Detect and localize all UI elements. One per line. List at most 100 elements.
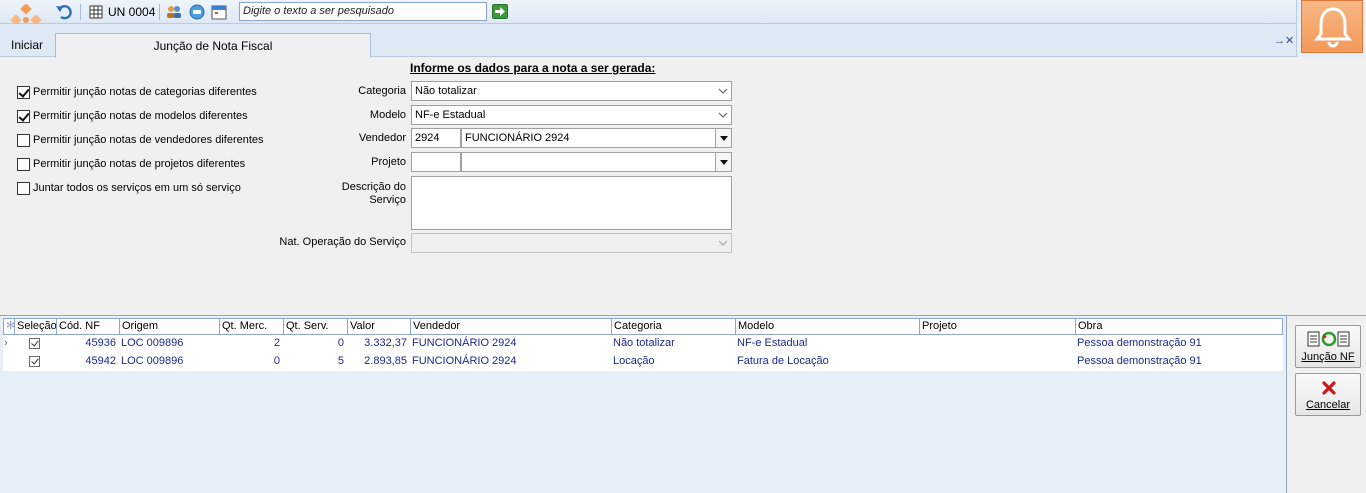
option-projetos[interactable]: Permitir junção notas de projetos difere… bbox=[17, 157, 245, 171]
undo-button[interactable] bbox=[55, 3, 73, 21]
notas-grid: ✻ Seleção Cód. NF Origem Qt. Merc. Qt. S… bbox=[0, 315, 1286, 493]
cell-cod-nf: 45942 bbox=[85, 355, 116, 367]
cell-obra: Pessoa demonstração 91 bbox=[1077, 337, 1202, 349]
vendedor-code-input[interactable]: 2924 bbox=[411, 128, 461, 148]
cell-origem: LOC 009896 bbox=[121, 337, 184, 349]
col-valor[interactable]: Valor bbox=[348, 319, 411, 335]
triangle-down-icon[interactable] bbox=[715, 129, 731, 147]
juncao-nf-button[interactable]: Junção NF bbox=[1295, 325, 1361, 368]
table-row[interactable]: › 45936 LOC 009896 2 0 3.332,37 FUNCIONÁ… bbox=[3, 335, 1283, 353]
cell-valor: 3.332,37 bbox=[364, 337, 407, 349]
cell-categoria: Não totalizar bbox=[613, 337, 675, 349]
cell-obra: Pessoa demonstração 91 bbox=[1077, 355, 1202, 367]
col-obra[interactable]: Obra bbox=[1076, 319, 1282, 335]
arrow-right-icon bbox=[495, 7, 505, 16]
row-select-checkbox[interactable] bbox=[29, 338, 40, 349]
bell-icon bbox=[1313, 7, 1353, 48]
cell-qt-serv: 5 bbox=[337, 355, 344, 367]
search-input[interactable]: Digite o texto a ser pesquisado bbox=[239, 2, 487, 21]
cell-qt-serv: 0 bbox=[337, 337, 344, 349]
users-icon bbox=[167, 6, 181, 18]
chevron-down-icon[interactable] bbox=[715, 106, 731, 124]
juncao-nf-label: Junção NF bbox=[1301, 351, 1355, 363]
cell-modelo: Fatura de Locação bbox=[737, 355, 829, 367]
vendedor-name-select[interactable]: FUNCIONÁRIO 2924 bbox=[461, 128, 732, 148]
grid-icon bbox=[89, 5, 103, 19]
cancel-button[interactable]: Cancelar bbox=[1295, 373, 1361, 416]
undo-icon bbox=[56, 5, 72, 20]
col-origem[interactable]: Origem bbox=[120, 319, 220, 335]
categoria-select[interactable]: Não totalizar bbox=[411, 81, 732, 101]
option-label: Permitir junção notas de vendedores dife… bbox=[33, 134, 264, 146]
cancel-label: Cancelar bbox=[1305, 399, 1351, 411]
col-categoria[interactable]: Categoria bbox=[612, 319, 736, 335]
projeto-code-input[interactable] bbox=[411, 152, 461, 172]
option-label: Permitir junção notas de modelos diferen… bbox=[33, 110, 248, 122]
modelo-value: NF-e Estadual bbox=[415, 109, 486, 121]
option-modelos[interactable]: Permitir junção notas de modelos diferen… bbox=[17, 109, 248, 123]
chat-icon bbox=[189, 4, 205, 20]
checkbox[interactable] bbox=[17, 109, 30, 123]
descricao-servico-textarea[interactable] bbox=[411, 176, 732, 230]
row-select-checkbox[interactable] bbox=[29, 356, 40, 367]
col-qt-serv[interactable]: Qt. Serv. bbox=[284, 319, 348, 335]
cell-vendedor: FUNCIONÁRIO 2924 bbox=[412, 337, 517, 349]
col-qt-merc[interactable]: Qt. Merc. bbox=[220, 319, 284, 335]
chevron-down-icon[interactable] bbox=[715, 82, 731, 100]
main-toolbar: UN 0004 Digite o texto a ser pesquisado bbox=[0, 0, 1296, 24]
unit-label: UN 0004 bbox=[108, 5, 156, 19]
current-row-indicator-icon: › bbox=[4, 337, 8, 349]
close-tab-icon[interactable]: →✕ bbox=[1274, 34, 1294, 47]
calendar-icon bbox=[211, 5, 227, 20]
checkbox[interactable] bbox=[17, 85, 30, 99]
cell-qt-merc: 2 bbox=[273, 337, 280, 349]
col-projeto[interactable]: Projeto bbox=[920, 319, 1076, 335]
merge-documents-icon bbox=[1307, 331, 1350, 347]
triangle-down-icon[interactable] bbox=[715, 153, 731, 171]
table-row[interactable]: 45942 LOC 009896 0 5 2.893,85 FUNCIONÁRI… bbox=[3, 353, 1283, 371]
vendedor-name-value: FUNCIONÁRIO 2924 bbox=[465, 132, 570, 144]
cell-modelo: NF-e Estadual bbox=[737, 337, 808, 349]
option-label: Permitir junção notas de categorias dife… bbox=[33, 86, 257, 98]
option-vendedores[interactable]: Permitir junção notas de vendedores dife… bbox=[17, 133, 264, 147]
col-modelo[interactable]: Modelo bbox=[736, 319, 920, 335]
search-go-button[interactable] bbox=[492, 4, 508, 19]
categoria-label: Categoria bbox=[358, 85, 406, 97]
projeto-label: Projeto bbox=[371, 156, 406, 168]
grid-corner-icon[interactable]: ✻ bbox=[4, 319, 15, 335]
cell-qt-merc: 0 bbox=[273, 355, 280, 367]
nat-operacao-select[interactable] bbox=[411, 233, 732, 253]
calendar-button[interactable] bbox=[211, 3, 227, 21]
modelo-label: Modelo bbox=[369, 109, 406, 121]
modelo-select[interactable]: NF-e Estadual bbox=[411, 105, 732, 125]
tab-juncao-nota-fiscal[interactable]: Junção de Nota Fiscal bbox=[55, 33, 371, 58]
grid-header: ✻ Seleção Cód. NF Origem Qt. Merc. Qt. S… bbox=[3, 318, 1283, 335]
tab-start[interactable]: Iniciar bbox=[0, 33, 54, 57]
option-label: Permitir junção notas de projetos difere… bbox=[33, 158, 246, 170]
chat-button[interactable] bbox=[189, 3, 205, 21]
cell-categoria: Locação bbox=[613, 355, 655, 367]
checkbox[interactable] bbox=[17, 157, 30, 171]
projeto-name-select[interactable] bbox=[461, 152, 732, 172]
cell-origem: LOC 009896 bbox=[121, 355, 184, 367]
option-categorias[interactable]: Permitir junção notas de categorias dife… bbox=[17, 85, 257, 99]
option-juntar-servicos[interactable]: Juntar todos os serviços em um só serviç… bbox=[17, 181, 241, 195]
col-selecao[interactable]: Seleção bbox=[15, 319, 57, 335]
close-icon bbox=[1322, 381, 1336, 395]
unit-button[interactable]: UN 0004 bbox=[89, 3, 155, 21]
col-vendedor[interactable]: Vendedor bbox=[411, 319, 612, 335]
checkbox[interactable] bbox=[17, 181, 30, 195]
users-button[interactable] bbox=[166, 3, 182, 21]
chevron-down-icon[interactable] bbox=[715, 234, 731, 252]
cell-vendedor: FUNCIONÁRIO 2924 bbox=[412, 355, 517, 367]
cell-projeto bbox=[921, 353, 1075, 371]
descricao-label-line1: Descrição do bbox=[341, 181, 406, 193]
checkbox[interactable] bbox=[17, 133, 30, 147]
notification-button[interactable] bbox=[1301, 0, 1363, 53]
descricao-label-line2: Serviço bbox=[369, 194, 406, 206]
form-title: Informe os dados para a nota a ser gerad… bbox=[410, 61, 656, 75]
actions-panel: Junção NF Cancelar bbox=[1286, 315, 1366, 493]
col-cod-nf[interactable]: Cód. NF bbox=[57, 319, 120, 335]
cell-valor: 2.893,85 bbox=[364, 355, 407, 367]
nat-operacao-label: Nat. Operação do Serviço bbox=[279, 236, 406, 248]
